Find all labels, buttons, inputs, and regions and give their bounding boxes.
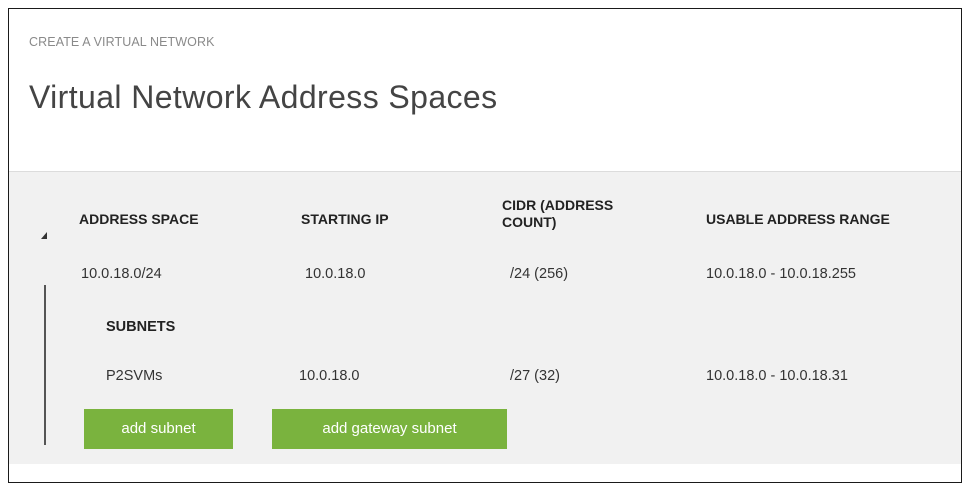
subnet-usable-range: 10.0.18.0 - 10.0.18.31 [706,368,848,384]
cidr-value[interactable]: /24 (256) [510,266,568,282]
address-space-panel: ADDRESS SPACE STARTING IP CIDR (ADDRESS … [9,171,961,464]
usable-range-value: 10.0.18.0 - 10.0.18.255 [706,266,856,282]
header-cidr-line2: COUNT) [502,214,557,230]
header-starting-ip: STARTING IP [301,211,389,227]
subnets-heading: SUBNETS [106,319,176,335]
add-subnet-button[interactable]: add subnet [84,409,233,449]
add-gateway-subnet-button[interactable]: add gateway subnet [272,409,507,449]
address-space-value[interactable]: 10.0.18.0/24 [81,266,162,282]
breadcrumb: CREATE A VIRTUAL NETWORK [29,35,215,49]
subnet-cidr[interactable]: /27 (32) [510,368,560,384]
header-address-space: ADDRESS SPACE [79,211,199,227]
tree-line [44,285,46,445]
header-cidr: CIDR (ADDRESS COUNT) [502,197,613,231]
subnet-name[interactable]: P2SVMs [106,368,162,384]
header-cidr-line1: CIDR (ADDRESS [502,197,614,213]
dialog-frame: CREATE A VIRTUAL NETWORK Virtual Network… [8,8,962,483]
header-usable-range: USABLE ADDRESS RANGE [706,211,890,227]
page-title: Virtual Network Address Spaces [29,79,498,115]
starting-ip-value[interactable]: 10.0.18.0 [305,266,365,282]
collapse-triangle-icon[interactable] [41,232,47,239]
subnet-starting-ip[interactable]: 10.0.18.0 [299,368,359,384]
